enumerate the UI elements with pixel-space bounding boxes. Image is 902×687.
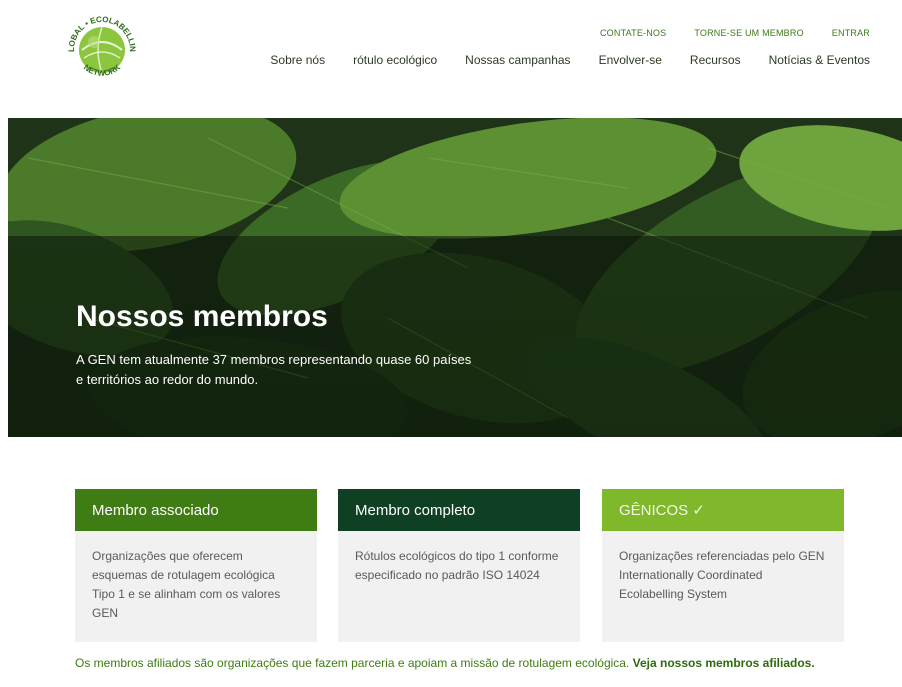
nav-ecolabel[interactable]: rótulo ecológico — [353, 53, 437, 67]
hero-description: A GEN tem atualmente 37 membros represen… — [76, 352, 472, 387]
card-body: Organizações referenciadas pelo GEN Inte… — [619, 549, 825, 601]
card-full-member[interactable]: Membro completo Rótulos ecológicos do ti… — [338, 489, 580, 642]
nav-resources[interactable]: Recursos — [690, 53, 741, 67]
nav-get-involved[interactable]: Envolver-se — [599, 53, 662, 67]
util-nav-become-member[interactable]: TORNE-SE UM MEMBRO — [694, 28, 803, 38]
nav-news-events[interactable]: Notícias & Eventos — [769, 53, 870, 67]
util-nav-login[interactable]: ENTRAR — [832, 28, 870, 38]
card-title: GÊNICOS ✓ — [602, 489, 844, 531]
site-header: GLOBAL • ECOLABELLING NETWORK CONTATE-NO… — [0, 0, 902, 118]
util-nav-contact[interactable]: CONTATE-NOS — [600, 28, 666, 38]
gen-logo[interactable]: GLOBAL • ECOLABELLING NETWORK — [57, 5, 144, 88]
page-title: Nossos membros — [76, 300, 328, 333]
nav-campaigns[interactable]: Nossas campanhas — [465, 53, 570, 67]
affiliate-members-link[interactable]: Veja nossos membros afiliados. — [633, 656, 815, 670]
hero-overlay — [8, 236, 902, 437]
card-title: Membro completo — [338, 489, 580, 531]
utility-nav: CONTATE-NOS TORNE-SE UM MEMBRO ENTRAR — [600, 28, 870, 38]
hero-banner: Nossos membros A GEN tem atualmente 37 m… — [8, 118, 902, 437]
card-genics[interactable]: GÊNICOS ✓ Organizações referenciadas pel… — [602, 489, 844, 642]
card-title: Membro associado — [75, 489, 317, 531]
nav-about[interactable]: Sobre nós — [270, 53, 325, 67]
affiliate-note-text: Os membros afiliados são organizações qu… — [75, 656, 633, 670]
main-nav: Sobre nós rótulo ecológico Nossas campan… — [270, 53, 870, 67]
card-associate-member[interactable]: Membro associado Organizações que oferec… — [75, 489, 317, 642]
card-body: Rótulos ecológicos do tipo 1 conforme es… — [355, 549, 559, 582]
card-body: Organizações que oferecem esquemas de ro… — [92, 549, 281, 620]
affiliate-note: Os membros afiliados são organizações qu… — [75, 654, 865, 672]
